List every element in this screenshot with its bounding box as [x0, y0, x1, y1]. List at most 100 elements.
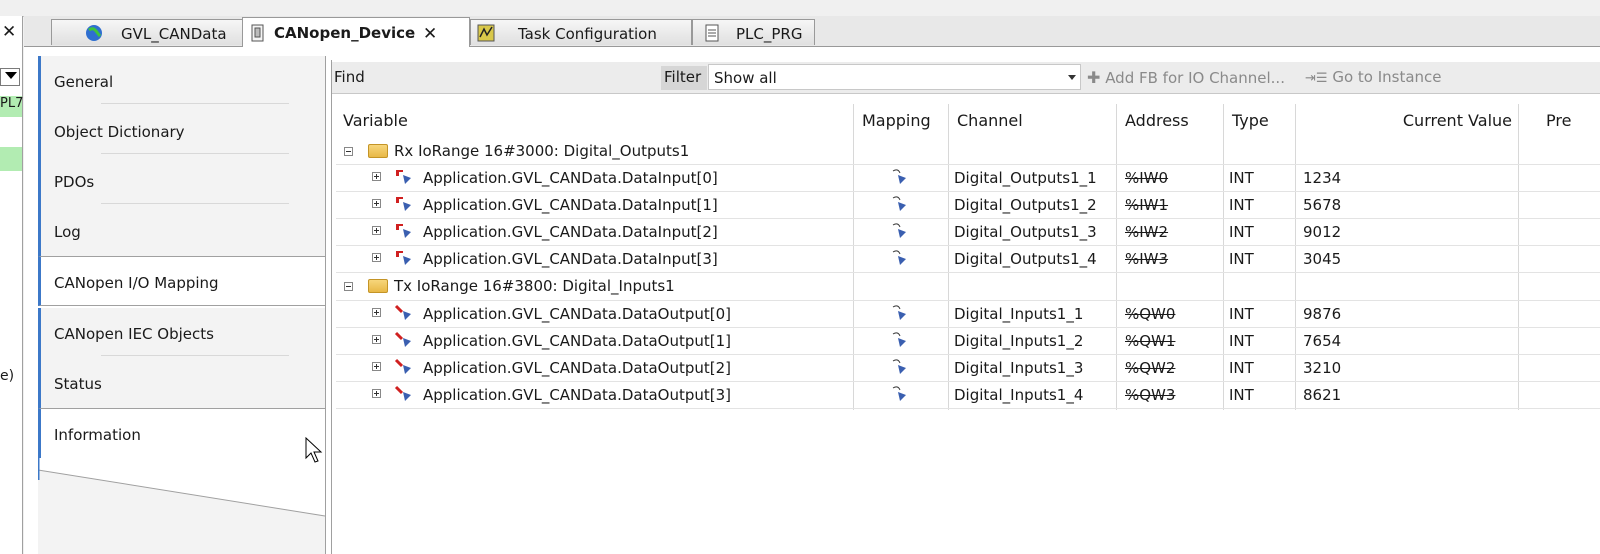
channel-name: Digital_Outputs1_3 — [954, 223, 1097, 241]
group-label: Tx IoRange 16#3800: Digital_Inputs1 — [394, 277, 675, 295]
device-icon — [251, 24, 264, 42]
mapping-icon[interactable] — [890, 195, 910, 213]
column-header-type[interactable]: Type — [1232, 104, 1294, 137]
column-header-prepared-value[interactable]: Pre — [1546, 104, 1600, 137]
goto-list-icon: ⇥☰ — [1305, 71, 1328, 86]
filter-label-box: Filter — [661, 66, 707, 90]
nav-item-general[interactable]: General — [38, 56, 325, 106]
table-row[interactable]: Application.GVL_CANData.DataInput[3] Dig… — [336, 246, 1600, 273]
editor-tab-bar: GVL_CANData CANopen_Device ✕ Task Config… — [24, 16, 1600, 47]
table-row[interactable]: Application.GVL_CANData.DataInput[1] Dig… — [336, 192, 1600, 219]
expand-icon[interactable] — [372, 226, 381, 235]
table-row[interactable]: Application.GVL_CANData.DataOutput[0] Di… — [336, 301, 1600, 328]
table-row[interactable]: Application.GVL_CANData.DataOutput[1] Di… — [336, 328, 1600, 355]
mapping-icon[interactable] — [890, 222, 910, 240]
expand-icon[interactable] — [372, 362, 381, 371]
tab-canopen-device[interactable]: CANopen_Device ✕ — [242, 17, 470, 47]
filter-label: Filter — [664, 68, 702, 86]
expand-icon[interactable] — [372, 335, 381, 344]
add-fb-button[interactable]: ✚ Add FB for IO Channel... — [1087, 68, 1285, 87]
group-row-rx[interactable]: Rx IoRange 16#3000: Digital_Outputs1 — [336, 138, 1600, 165]
header-label: Pre — [1546, 111, 1572, 130]
expand-icon[interactable] — [372, 253, 381, 262]
type: INT — [1229, 250, 1254, 268]
current-value[interactable]: 3045 — [1303, 250, 1341, 268]
green-highlight-item-2[interactable] — [0, 147, 22, 171]
nav-item-label: General — [54, 73, 114, 91]
expand-icon[interactable] — [372, 199, 381, 208]
mapping-icon[interactable] — [890, 385, 910, 403]
tab-task-configuration[interactable]: Task Configuration — [470, 19, 692, 45]
address: %QW0 — [1125, 305, 1176, 323]
column-header-channel[interactable]: Channel — [957, 104, 1117, 137]
table-row[interactable]: Application.GVL_CANData.DataInput[0] Dig… — [336, 165, 1600, 192]
nav-divider — [325, 56, 326, 554]
tab-plc-prg[interactable]: PLC_PRG — [692, 19, 815, 45]
column-header-current-value[interactable]: Current Value — [1296, 104, 1512, 137]
nav-item-status[interactable]: Status — [38, 358, 325, 408]
expand-icon[interactable] — [372, 308, 381, 317]
current-value[interactable]: 1234 — [1303, 169, 1341, 187]
type: INT — [1229, 223, 1254, 241]
current-value[interactable]: 9876 — [1303, 305, 1341, 323]
type: INT — [1229, 169, 1254, 187]
globe-icon — [86, 25, 102, 41]
nav-item-canopen-io-mapping[interactable]: CANopen I/O Mapping — [38, 256, 325, 306]
current-value[interactable]: 3210 — [1303, 359, 1341, 377]
mapping-icon[interactable] — [890, 249, 910, 267]
nav-item-label: PDOs — [54, 173, 95, 191]
tab-label: Task Configuration — [518, 25, 657, 43]
type: INT — [1229, 196, 1254, 214]
table-row[interactable]: Application.GVL_CANData.DataOutput[2] Di… — [336, 355, 1600, 382]
nav-item-canopen-iec-objects[interactable]: CANopen IEC Objects — [38, 308, 325, 358]
expand-icon[interactable] — [372, 389, 381, 398]
current-value[interactable]: 7654 — [1303, 332, 1341, 350]
current-value[interactable]: 9012 — [1303, 223, 1341, 241]
type: INT — [1229, 332, 1254, 350]
nav-item-log[interactable]: Log — [38, 206, 325, 256]
variable-output-icon — [394, 358, 411, 374]
expand-icon[interactable] — [372, 172, 381, 181]
current-value[interactable]: 8621 — [1303, 386, 1341, 404]
collapse-icon[interactable] — [344, 147, 353, 156]
nav-item-pdos[interactable]: PDOs — [38, 156, 325, 206]
table-row[interactable]: Application.GVL_CANData.DataOutput[3] Di… — [336, 382, 1600, 409]
tab-gvl-candata[interactable]: GVL_CANData — [51, 19, 244, 45]
nav-item-label: Object Dictionary — [54, 123, 185, 141]
channel-name: Digital_Inputs1_2 — [954, 332, 1084, 350]
group-row-tx[interactable]: Tx IoRange 16#3800: Digital_Inputs1 — [336, 273, 1600, 300]
folder-icon — [368, 144, 388, 158]
column-header-address[interactable]: Address — [1125, 104, 1223, 137]
filter-select[interactable]: Show all — [708, 64, 1081, 90]
mapping-icon[interactable] — [890, 331, 910, 349]
tab-label: PLC_PRG — [736, 25, 803, 43]
column-header-mapping[interactable]: Mapping — [862, 104, 947, 137]
panel-dropdown[interactable] — [0, 68, 20, 86]
column-header-variable[interactable]: Variable — [343, 104, 852, 137]
collapse-icon[interactable] — [344, 282, 353, 291]
table-row[interactable]: Application.GVL_CANData.DataInput[2] Dig… — [336, 219, 1600, 246]
close-icon[interactable]: ✕ — [2, 22, 16, 42]
mapping-icon[interactable] — [890, 358, 910, 376]
divider — [101, 355, 289, 356]
variable-name: Application.GVL_CANData.DataInput[2] — [423, 223, 718, 241]
document-icon — [705, 24, 719, 42]
current-value[interactable]: 5678 — [1303, 196, 1341, 214]
nav-item-object-dictionary[interactable]: Object Dictionary — [38, 106, 325, 156]
channel-name: Digital_Inputs1_4 — [954, 386, 1084, 404]
channel-name: Digital_Outputs1_2 — [954, 196, 1097, 214]
green-highlight-item[interactable]: PL7 — [0, 96, 23, 117]
nav-item-information[interactable]: Information — [38, 408, 325, 458]
header-label: Variable — [343, 111, 408, 130]
mapping-icon[interactable] — [890, 168, 910, 186]
nav-item-label: Log — [54, 223, 81, 241]
go-to-instance-button[interactable]: ⇥☰ Go to Instance — [1305, 68, 1442, 86]
find-label[interactable]: Find — [334, 68, 365, 86]
close-icon[interactable]: ✕ — [423, 24, 437, 44]
address: %QW1 — [1125, 332, 1176, 350]
mapping-icon[interactable] — [890, 304, 910, 322]
address: %QW2 — [1125, 359, 1176, 377]
address: %QW3 — [1125, 386, 1176, 404]
chevron-down-icon — [1068, 75, 1076, 80]
header-label: Mapping — [862, 111, 931, 130]
